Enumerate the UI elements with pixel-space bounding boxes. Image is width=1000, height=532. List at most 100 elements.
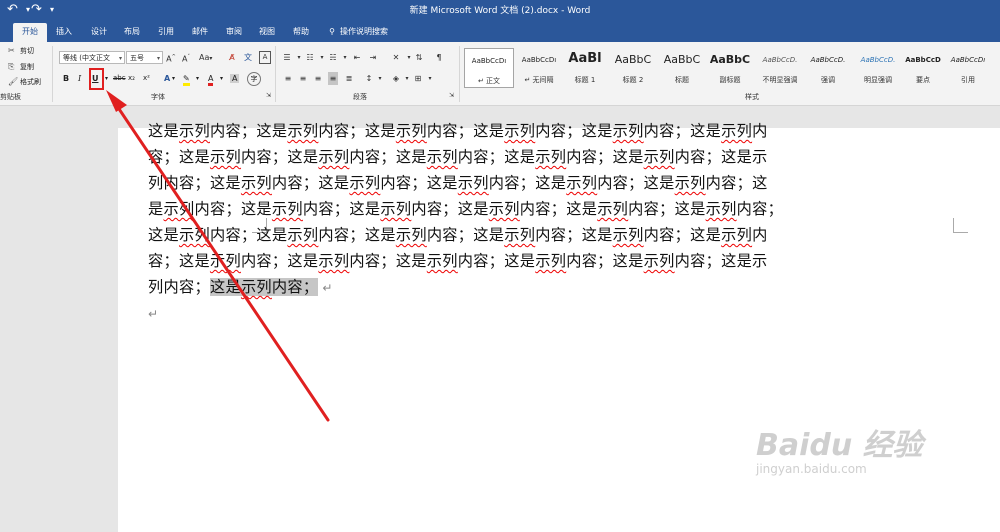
style-intense-emphasis[interactable]: AaBbCcD. 明显强调	[853, 48, 903, 88]
text-effects-icon[interactable]: A	[164, 72, 170, 85]
grow-font-button[interactable]: A^	[166, 51, 176, 64]
chevron-down-icon[interactable]: ▾	[375, 72, 385, 85]
chevron-down-icon[interactable]: ▾	[425, 72, 435, 85]
style-name: 引用	[961, 76, 975, 84]
spelling-squiggle: 示列	[504, 122, 536, 140]
tab-home[interactable]: 开始	[13, 23, 47, 42]
spelling-squiggle: 示列	[643, 148, 675, 166]
style-no-spacing[interactable]: AaBbCcDı ↵ 无间隔	[514, 48, 564, 88]
change-case-button[interactable]: Aa▾	[199, 51, 212, 64]
clipboard-group-label: 剪贴板	[0, 93, 21, 101]
enclose-char-icon[interactable]: 字	[247, 72, 261, 86]
chevron-down-icon[interactable]: ▾	[402, 72, 412, 85]
spelling-squiggle: 示列	[380, 200, 412, 218]
selected-text[interactable]: 这是示列内容；	[209, 278, 319, 296]
superscript-button[interactable]: x²	[143, 72, 150, 85]
font-size-combo[interactable]: 五号 ▾	[126, 51, 163, 64]
style-heading-1[interactable]: AaBl 标题 1	[560, 48, 610, 88]
lightbulb-icon: ⚲	[329, 27, 335, 36]
style-title[interactable]: AaBbC 标题	[657, 48, 707, 88]
style-subtle-emphasis[interactable]: AaBbCcD. 不明显强调	[755, 48, 805, 88]
chevron-down-icon[interactable]: ▾	[196, 72, 199, 85]
paragraph-mark: ↵	[322, 281, 333, 295]
dialog-launcher-icon[interactable]: ⇲	[266, 92, 271, 99]
highlighter-icon[interactable]: ✎	[183, 72, 190, 86]
tab-design[interactable]: 设计	[87, 23, 111, 42]
spelling-squiggle: 示列	[426, 252, 458, 270]
italic-button[interactable]: I	[78, 72, 81, 85]
chinese-layout-icon[interactable]: ✕	[391, 51, 401, 64]
document-body[interactable]: 这是示列内容；这是示列内容；这是示列内容；这是示列内容；这是示列内容；这是示列内…	[148, 118, 834, 326]
bold-button[interactable]: B	[63, 72, 69, 85]
numbering-icon[interactable]: ☷	[305, 51, 315, 64]
text-line: 列内容；这是示列内容；这是示列内容；这是示列内容；这是示列内容；这是示列内容；这	[148, 170, 834, 196]
chevron-down-icon[interactable]: ▾	[172, 72, 175, 85]
show-marks-icon[interactable]: ¶	[434, 51, 444, 64]
tell-me-search[interactable]: 操作说明搜索	[340, 23, 388, 41]
style-strong[interactable]: AaBbCcD 要点	[898, 48, 948, 88]
chevron-down-icon[interactable]: ▾	[220, 72, 223, 85]
change-case-label: Aa	[199, 53, 210, 62]
tab-help[interactable]: 帮助	[289, 23, 313, 42]
chevron-down-icon[interactable]: ▾	[340, 51, 350, 64]
group-separator	[275, 46, 276, 102]
tab-insert[interactable]: 插入	[52, 23, 76, 42]
font-name-combo[interactable]: 等线 (中文正文 ▾	[59, 51, 125, 64]
copy-button[interactable]: ⎘ 复制	[8, 62, 34, 72]
style-emphasis[interactable]: AaBbCcD. 强调	[803, 48, 853, 88]
chevron-down-icon[interactable]: ▾	[404, 51, 414, 64]
sort-icon[interactable]: ⇅	[414, 51, 424, 64]
dialog-launcher-icon[interactable]: ⇲	[449, 92, 454, 99]
text-line: 容；这是示列内容；这是示列内容；这是示列内容；这是示列内容；这是示列内容；这是示	[148, 248, 834, 274]
spelling-squiggle: 示列	[705, 200, 737, 218]
style-name: 不明显强调	[762, 76, 798, 84]
spelling-squiggle: 示列	[426, 148, 458, 166]
shrink-font-button[interactable]: A˅	[181, 51, 191, 64]
bullets-icon[interactable]: ☰	[282, 51, 292, 64]
tab-view[interactable]: 视图	[255, 23, 279, 42]
spelling-squiggle: 示列	[721, 122, 753, 140]
text-line: 这是示列内容；这是示列内容；这是示列内容；这是示列内容；这是示列内容；这是示列内	[148, 118, 834, 144]
decrease-indent-icon[interactable]: ⇤	[352, 51, 362, 64]
style-quote[interactable]: AaBbCcDı 引用	[946, 48, 990, 88]
increase-indent-icon[interactable]: ⇥	[368, 51, 378, 64]
style-preview: AaBbC	[663, 53, 701, 66]
spelling-squiggle: 示列	[349, 174, 381, 192]
format-painter-button[interactable]: 🖌 格式刷	[8, 77, 41, 87]
line-spacing-icon[interactable]: ↕	[364, 72, 374, 85]
clear-formatting-icon[interactable]: A̸	[227, 51, 237, 64]
justify-icon[interactable]: ≡	[328, 72, 338, 85]
underline-dropdown-icon[interactable]: ▾	[105, 72, 108, 85]
chevron-down-icon[interactable]: ▾	[317, 51, 327, 64]
style-subtitle[interactable]: AaBbC 副标题	[705, 48, 755, 88]
multilevel-list-icon[interactable]: ☵	[328, 51, 338, 64]
chevron-down-icon[interactable]: ▾	[294, 51, 304, 64]
style-normal[interactable]: AaBbCcDı ↵ 正文	[464, 48, 514, 88]
tab-layout[interactable]: 布局	[120, 23, 144, 42]
align-right-icon[interactable]: ≡	[313, 72, 323, 85]
spelling-squiggle: 示列	[178, 226, 210, 244]
text-line-content: 列内容；这是示列内容；这是示列内容；这是示列内容；这是示列内容；这是示列内容；这	[148, 174, 768, 192]
char-shading-icon[interactable]: A	[230, 72, 240, 85]
spelling-squiggle: 示列	[395, 226, 427, 244]
spelling-squiggle: 示列	[209, 148, 241, 166]
text-line: 列内容；这是示列内容； ↵	[148, 274, 834, 300]
align-center-icon[interactable]: ≡	[298, 72, 308, 85]
align-left-icon[interactable]: ≡	[283, 72, 293, 85]
strikethrough-button[interactable]: abc	[113, 72, 126, 85]
style-preview: AaBl	[568, 51, 602, 66]
tab-mailings[interactable]: 邮件	[188, 23, 212, 42]
phonetic-guide-icon[interactable]: 文	[243, 51, 253, 64]
borders-icon[interactable]: ⊞	[413, 72, 423, 85]
cut-button[interactable]: ✂ 剪切	[8, 46, 34, 56]
spelling-squiggle: 示列	[209, 252, 241, 270]
style-heading-2[interactable]: AaBbC 标题 2	[608, 48, 658, 88]
shading-icon[interactable]: ◈	[391, 72, 401, 85]
distributed-icon[interactable]: ≣	[344, 72, 354, 85]
tab-references[interactable]: 引用	[154, 23, 178, 42]
font-color-button[interactable]: A	[208, 72, 214, 86]
spelling-squiggle: 示列	[535, 148, 567, 166]
char-border-icon[interactable]: A	[259, 51, 271, 64]
subscript-button[interactable]: x₂	[128, 72, 135, 85]
tab-review[interactable]: 审阅	[222, 23, 246, 42]
